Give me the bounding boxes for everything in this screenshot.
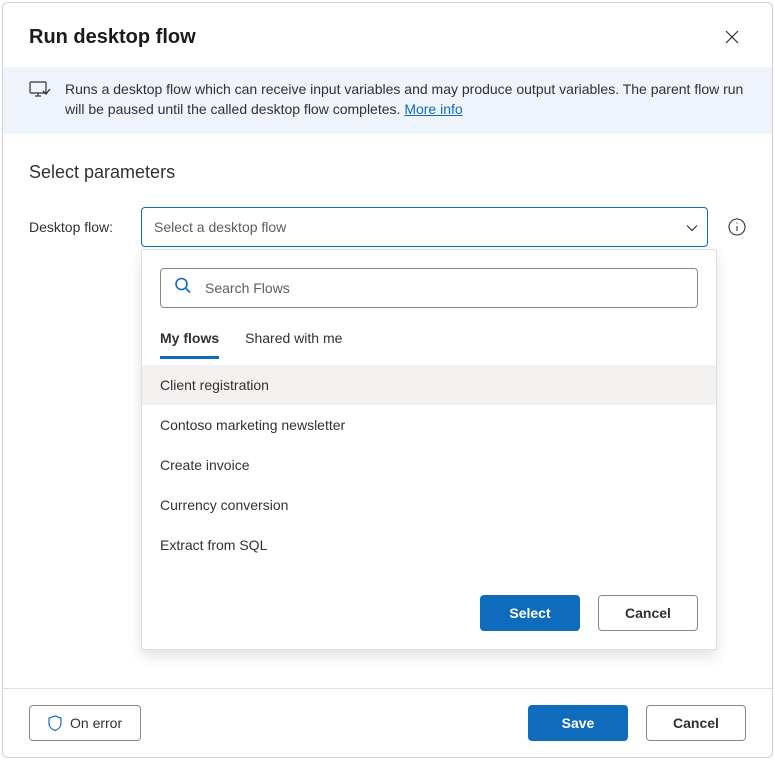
tab-my-flows[interactable]: My flows <box>160 322 219 359</box>
dialog-content: Select parameters Desktop flow: Select a… <box>3 134 772 688</box>
info-icon <box>728 218 746 236</box>
search-flows-input[interactable] <box>160 268 698 308</box>
flow-item[interactable]: Currency conversion <box>142 485 716 525</box>
dialog-header: Run desktop flow <box>3 3 772 67</box>
flow-list: Client registration Contoso marketing ne… <box>142 365 716 565</box>
field-info-button[interactable] <box>728 218 746 236</box>
section-title: Select parameters <box>29 162 746 183</box>
close-button[interactable] <box>718 23 746 51</box>
on-error-label: On error <box>70 715 122 731</box>
flow-item[interactable]: Client registration <box>142 365 716 405</box>
select-button[interactable]: Select <box>480 595 580 631</box>
flow-picker-dropdown: My flows Shared with me Client registrat… <box>141 249 717 650</box>
run-desktop-flow-dialog: Run desktop flow Runs a desktop flow whi… <box>2 2 773 758</box>
desktop-flow-label: Desktop flow: <box>29 219 129 235</box>
save-button[interactable]: Save <box>528 705 628 741</box>
close-icon <box>725 30 739 44</box>
search-wrap <box>160 268 698 308</box>
footer-actions: Save Cancel <box>528 705 746 741</box>
desktop-flow-select-wrap: Select a desktop flow <box>141 207 708 247</box>
chevron-down-icon <box>686 219 698 235</box>
desktop-flow-select[interactable]: Select a desktop flow <box>141 207 708 247</box>
search-icon <box>174 276 192 299</box>
dropdown-cancel-button[interactable]: Cancel <box>598 595 698 631</box>
flow-tabs: My flows Shared with me <box>142 322 716 359</box>
flow-item[interactable]: Contoso marketing newsletter <box>142 405 716 445</box>
desktop-flow-field-row: Desktop flow: Select a desktop flow <box>29 207 746 247</box>
select-placeholder: Select a desktop flow <box>154 219 286 235</box>
dialog-title: Run desktop flow <box>29 26 196 49</box>
flow-item[interactable]: Create invoice <box>142 445 716 485</box>
flow-item[interactable]: Extract from SQL <box>142 525 716 565</box>
desktop-flow-icon <box>29 79 51 104</box>
banner-text: Runs a desktop flow which can receive in… <box>65 79 746 120</box>
dialog-footer: On error Save Cancel <box>3 688 772 757</box>
cancel-button[interactable]: Cancel <box>646 705 746 741</box>
on-error-button[interactable]: On error <box>29 705 141 741</box>
shield-icon <box>48 715 62 731</box>
tab-shared-with-me[interactable]: Shared with me <box>245 322 342 359</box>
more-info-link[interactable]: More info <box>404 101 462 117</box>
info-banner: Runs a desktop flow which can receive in… <box>3 67 772 134</box>
dropdown-actions: Select Cancel <box>142 565 716 631</box>
